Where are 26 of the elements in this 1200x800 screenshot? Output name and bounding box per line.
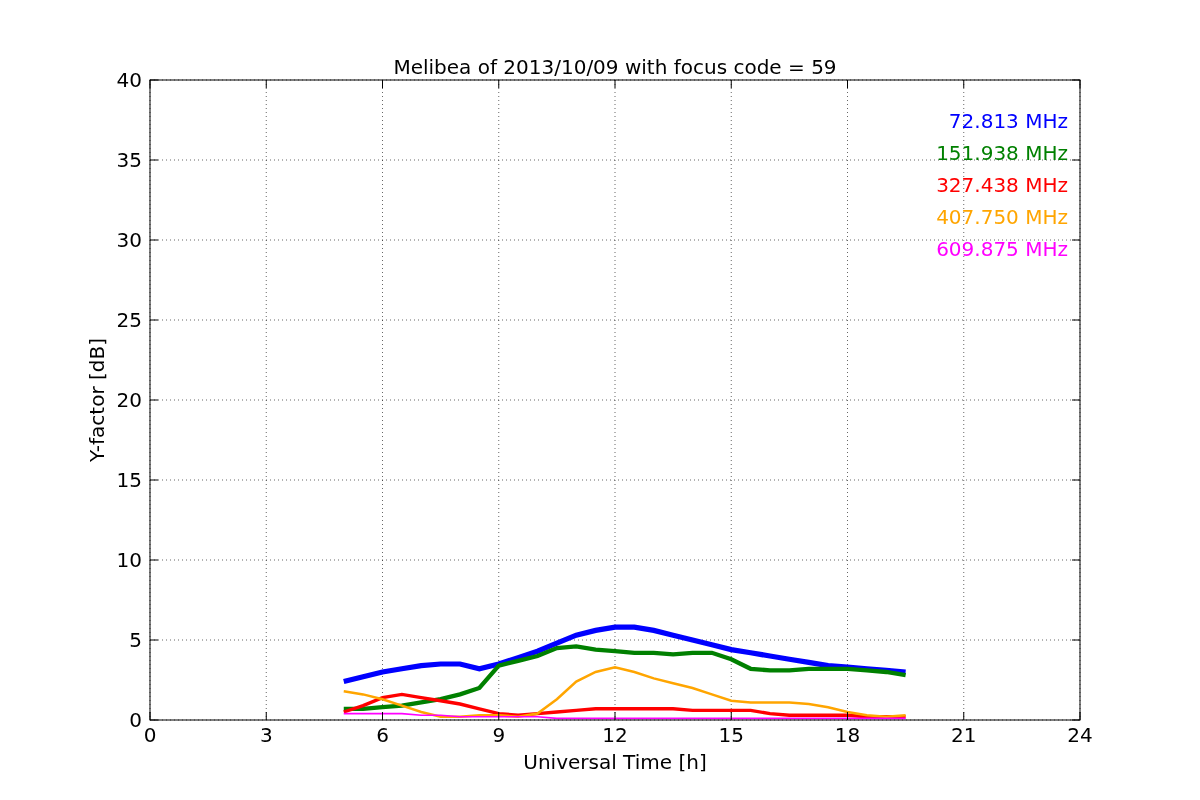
y-axis-label: Y-factor [dB] xyxy=(85,338,109,462)
tick-label: 25 xyxy=(116,308,142,332)
tick-label: 12 xyxy=(602,723,628,747)
tick-label: 40 xyxy=(116,68,142,92)
x-axis-label: Universal Time [h] xyxy=(523,750,707,774)
legend-label: 609.875 MHz xyxy=(936,237,1068,261)
tick-label: 9 xyxy=(492,723,506,747)
tick-label: 15 xyxy=(718,723,744,747)
tick-label: 10 xyxy=(116,548,142,572)
chart-title: Melibea of 2013/10/09 with focus code = 59 xyxy=(393,55,837,79)
tick-label: 21 xyxy=(951,723,977,747)
tick-label: 30 xyxy=(116,228,142,252)
legend-label: 327.438 MHz xyxy=(936,173,1068,197)
tick-label: 35 xyxy=(116,148,142,172)
tick-label: 24 xyxy=(1067,723,1093,747)
legend-label: 407.750 MHz xyxy=(936,205,1068,229)
tick-label: 18 xyxy=(834,723,861,747)
tick-label: 0 xyxy=(143,723,157,747)
tick-label: 15 xyxy=(116,468,142,492)
legend-label: 72.813 MHz xyxy=(948,109,1068,133)
tick-label: 5 xyxy=(129,628,142,652)
tick-label: 6 xyxy=(376,723,389,747)
tick-label: 20 xyxy=(116,388,142,412)
tick-label: 3 xyxy=(259,723,273,747)
tick-label: 0 xyxy=(129,708,142,732)
legend-label: 151.938 MHz xyxy=(936,141,1068,165)
